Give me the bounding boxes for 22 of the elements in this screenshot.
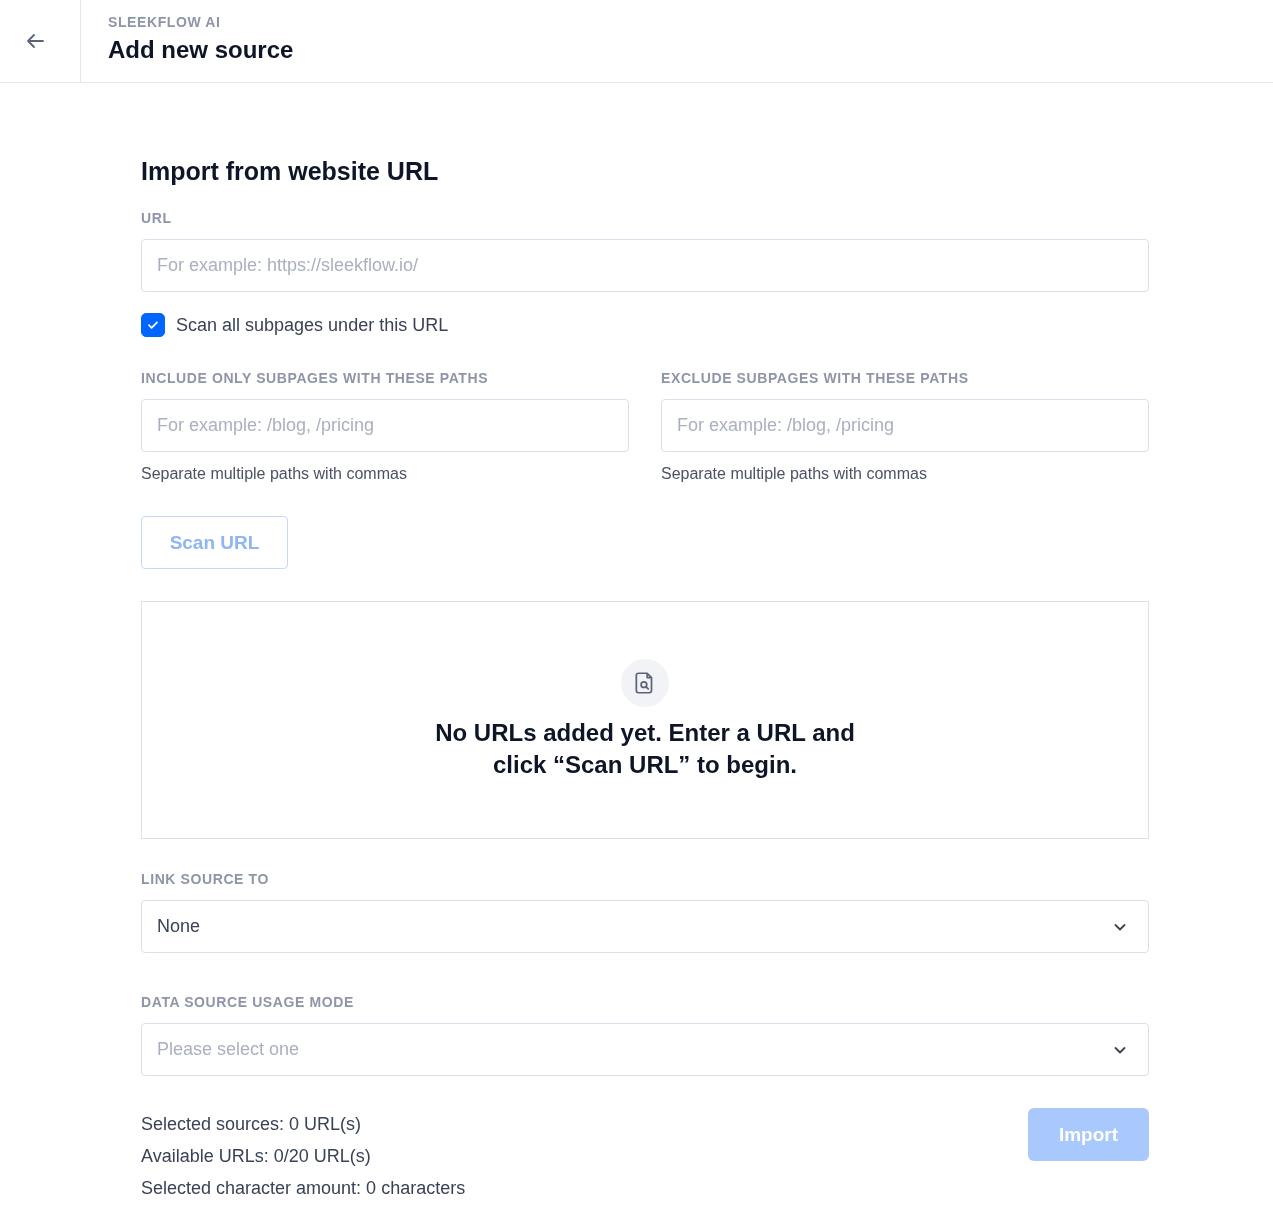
field-label: EXCLUDE SUBPAGES WITH THESE PATHS: [661, 370, 970, 386]
checkbox-label: Scan all subpages under this URL: [176, 314, 449, 336]
helper-text: Separate multiple paths with commas: [661, 465, 928, 483]
summary-text: Selected sources: 0 URL(s): [141, 1113, 363, 1136]
field-label: DATA SOURCE USAGE MODE: [141, 994, 355, 1010]
checkbox[interactable]: [141, 313, 165, 337]
summary-text: Available URLs: 0/20 URL(s): [141, 1145, 372, 1168]
empty-state-message: No URLs added yet. Enter a URL and click “Scan URL” to begin.: [434, 718, 856, 780]
path-input[interactable]: For example: /blog, /pricing: [141, 399, 629, 452]
url-input[interactable]: For example: https://sleekflow.io/: [141, 239, 1149, 292]
section-title: Import from website URL: [141, 157, 440, 186]
field-label: INCLUDE ONLY SUBPAGES WITH THESE PATHS: [141, 370, 490, 386]
dropdown-select[interactable]: Please select one: [141, 1023, 1149, 1076]
path-input[interactable]: For example: /blog, /pricing: [661, 399, 1149, 452]
helper-text: Separate multiple paths with commas: [141, 465, 408, 483]
breadcrumb-label: SLEEKFLOW AI: [108, 14, 222, 30]
document-search-icon: [621, 659, 669, 707]
dropdown-select[interactable]: None: [141, 900, 1149, 953]
field-label: URL: [141, 210, 173, 226]
field-label: LINK SOURCE TO: [141, 871, 270, 887]
page-title: Add new source: [108, 36, 294, 64]
summary-text: Selected character amount: 0 characters: [141, 1177, 466, 1200]
